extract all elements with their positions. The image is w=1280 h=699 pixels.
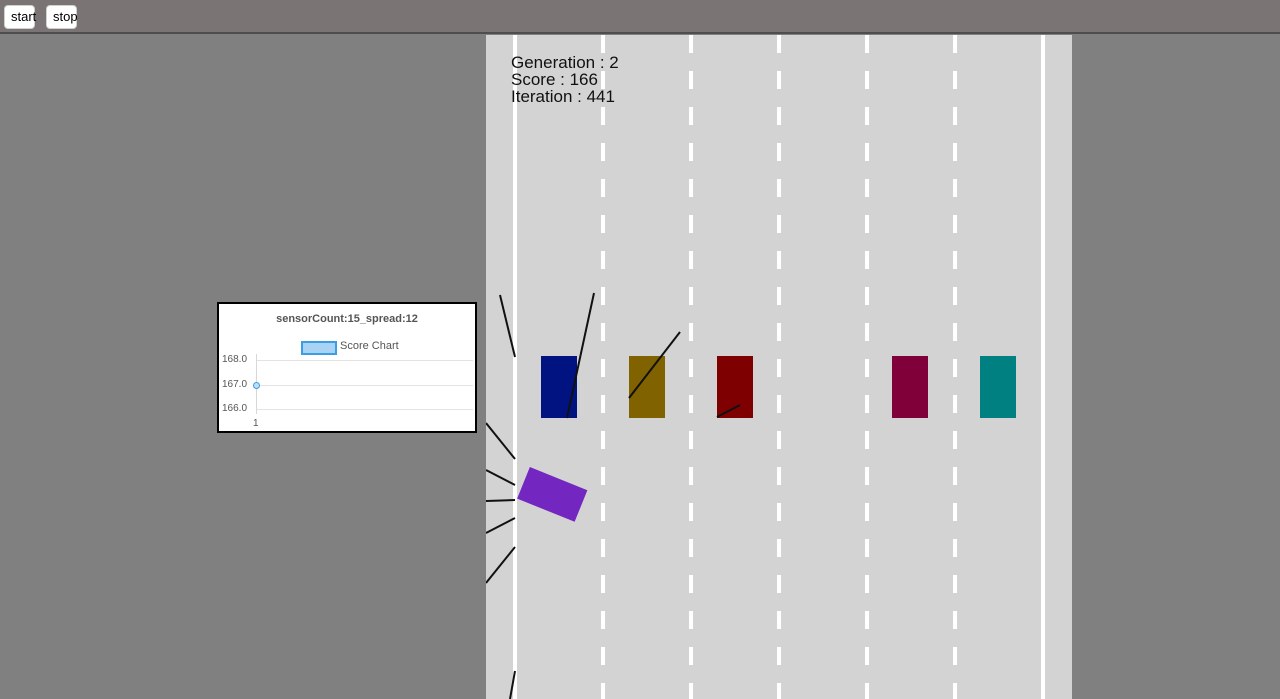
- x-tick-label: 1: [253, 418, 259, 429]
- traffic-car: [980, 356, 1016, 418]
- traffic-car: [629, 356, 665, 418]
- legend-swatch[interactable]: [301, 341, 337, 355]
- traffic-car: [892, 356, 928, 418]
- generation-label: Generation : 2: [511, 53, 619, 72]
- gridline: [256, 385, 473, 386]
- chart-title: sensorCount:15_spread:12: [276, 313, 418, 325]
- road-canvas: [486, 35, 1072, 699]
- sensor-ray: [486, 517, 516, 534]
- iteration-label: Iteration : 441: [511, 87, 615, 106]
- sensor-ray: [499, 294, 516, 358]
- sensor-ray: [486, 422, 516, 460]
- sensor-ray: [486, 546, 516, 584]
- road-scene: [486, 35, 1045, 699]
- sensor-ray: [486, 499, 516, 502]
- hud-stats: Generation : 2 Score : 166 Iteration : 4…: [511, 54, 619, 105]
- gridline: [256, 360, 473, 361]
- score-chart-panel: sensorCount:15_spread:12 Score Chart 168…: [217, 302, 477, 433]
- gridline: [256, 409, 473, 410]
- sensor-ray: [486, 469, 516, 486]
- data-point: [253, 381, 260, 389]
- player-car: [517, 467, 588, 522]
- y-tick-label: 167.0: [222, 379, 248, 390]
- start-button[interactable]: start: [4, 5, 36, 29]
- stop-button[interactable]: stop: [46, 5, 78, 29]
- score-label: Score : 166: [511, 70, 598, 89]
- toolbar: start stop: [0, 0, 1280, 34]
- traffic-car: [541, 356, 577, 418]
- legend-label: Score Chart: [340, 340, 399, 352]
- y-tick-label: 168.0: [222, 354, 248, 365]
- sensor-ray: [566, 292, 595, 419]
- y-tick-label: 166.0: [222, 403, 248, 414]
